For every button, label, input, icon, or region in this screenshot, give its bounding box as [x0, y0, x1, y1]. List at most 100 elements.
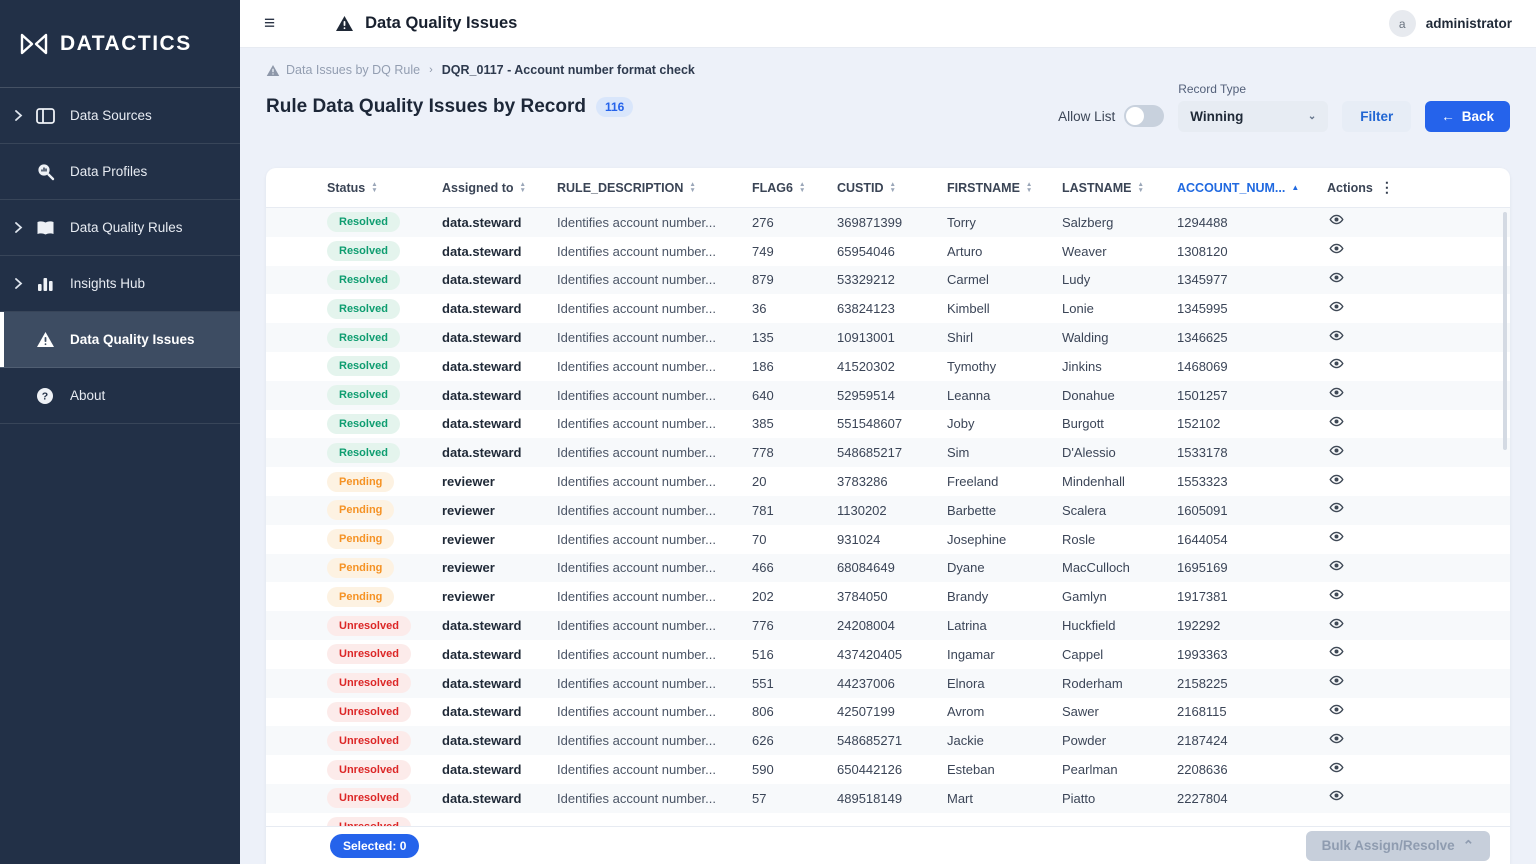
- chevron-right-icon[interactable]: [14, 222, 30, 233]
- view-record-button[interactable]: [1315, 270, 1510, 290]
- view-record-button[interactable]: [1315, 328, 1510, 348]
- view-record-button[interactable]: [1315, 299, 1510, 319]
- sidebar-item-data-quality-issues[interactable]: Data Quality Issues: [0, 312, 240, 368]
- eye-icon: [1329, 500, 1344, 520]
- vertical-scrollbar[interactable]: [1503, 212, 1507, 450]
- column-header-account-num[interactable]: ACCOUNT_NUM...▲: [1165, 181, 1315, 195]
- account-num-cell: 1346625: [1165, 330, 1315, 345]
- flag6-cell: 276: [740, 215, 825, 230]
- view-record-button[interactable]: [1315, 558, 1510, 578]
- assigned-to-cell: data.steward: [430, 676, 545, 691]
- flag6-cell: 57: [740, 791, 825, 806]
- view-record-button[interactable]: [1315, 500, 1510, 520]
- view-record-button[interactable]: [1315, 788, 1510, 808]
- firstname-cell: Jackie: [935, 733, 1050, 748]
- page-header-title: Data Quality Issues: [365, 14, 517, 33]
- view-record-button[interactable]: [1315, 529, 1510, 549]
- view-record-button[interactable]: [1315, 385, 1510, 405]
- view-record-button[interactable]: [1315, 673, 1510, 693]
- firstname-cell: Shirl: [935, 330, 1050, 345]
- sort-icon: ▲▼: [799, 182, 805, 193]
- custid-cell: 1130202: [825, 503, 935, 518]
- column-header-custid[interactable]: CUSTID▲▼: [825, 181, 935, 195]
- column-header-firstname[interactable]: FIRSTNAME▲▼: [935, 181, 1050, 195]
- sort-icon: ▲▼: [520, 182, 526, 193]
- lastname-cell: Salzberg: [1050, 215, 1165, 230]
- eye-icon: [1329, 270, 1344, 290]
- kebab-menu-icon[interactable]: ⋮: [1380, 179, 1394, 196]
- custid-cell: 931024: [825, 532, 935, 547]
- column-header-flag6[interactable]: FLAG6▲▼: [740, 181, 825, 195]
- back-button[interactable]: ← Back: [1425, 101, 1510, 132]
- view-record-button[interactable]: [1315, 702, 1510, 722]
- selected-count-badge: Selected: 0: [330, 834, 419, 858]
- firstname-cell: Joby: [935, 416, 1050, 431]
- status-badge: Resolved: [327, 328, 400, 348]
- bulk-assign-resolve-button[interactable]: Bulk Assign/Resolve ⌃: [1306, 831, 1490, 861]
- assigned-to-cell: data.steward: [430, 388, 545, 403]
- record-type-select[interactable]: Winning ⌄: [1178, 101, 1328, 132]
- column-header-rule-description[interactable]: RULE_DESCRIPTION▲▼: [545, 181, 740, 195]
- account-num-cell: 1501257: [1165, 388, 1315, 403]
- column-header-status[interactable]: Status▲▼: [315, 181, 430, 195]
- question-circle-icon: ?: [34, 387, 56, 405]
- view-record-button[interactable]: [1315, 616, 1510, 636]
- chevron-right-icon[interactable]: [14, 110, 30, 121]
- view-record-button[interactable]: [1315, 212, 1510, 232]
- topbar: ≡ Data Quality Issues a administrator: [240, 0, 1536, 48]
- status-badge: Resolved: [327, 356, 400, 376]
- view-record-button[interactable]: [1315, 443, 1510, 463]
- view-record-button[interactable]: [1315, 414, 1510, 434]
- table-row: PendingreviewerIdentifies account number…: [266, 467, 1510, 496]
- column-header-lastname[interactable]: LASTNAME▲▼: [1050, 181, 1165, 195]
- flag6-cell: 749: [740, 244, 825, 259]
- firstname-cell: Mart: [935, 791, 1050, 806]
- sort-icon: ▲▼: [1137, 182, 1143, 193]
- custid-cell: 24208004: [825, 618, 935, 633]
- filter-button[interactable]: Filter: [1342, 101, 1411, 132]
- eye-icon: [1329, 702, 1344, 722]
- firstname-cell: Torry: [935, 215, 1050, 230]
- sidebar-item-data-profiles[interactable]: Data Profiles: [0, 144, 240, 200]
- user-menu[interactable]: a administrator: [1389, 10, 1512, 37]
- flag6-cell: 590: [740, 762, 825, 777]
- lastname-cell: Huckfield: [1050, 618, 1165, 633]
- assigned-to-cell: reviewer: [430, 560, 545, 575]
- view-record-button[interactable]: [1315, 472, 1510, 492]
- allow-list-toggle[interactable]: [1124, 105, 1164, 127]
- custid-cell: 53329212: [825, 272, 935, 287]
- sidebar-item-label: About: [70, 388, 105, 403]
- sidebar-item-data-quality-rules[interactable]: Data Quality Rules: [0, 200, 240, 256]
- eye-icon: [1329, 356, 1344, 376]
- view-record-button[interactable]: [1315, 587, 1510, 607]
- view-record-button[interactable]: [1315, 356, 1510, 376]
- sidebar: DATACTICS Data Sources Data Profiles Dat…: [0, 0, 240, 864]
- hamburger-menu-icon[interactable]: ≡: [264, 14, 275, 33]
- firstname-cell: Latrina: [935, 618, 1050, 633]
- breadcrumb-parent[interactable]: Data Issues by DQ Rule: [266, 63, 420, 77]
- view-record-button[interactable]: [1315, 241, 1510, 261]
- column-header-actions[interactable]: Actions⋮: [1315, 179, 1510, 196]
- eye-icon: [1329, 472, 1344, 492]
- avatar[interactable]: a: [1389, 10, 1416, 37]
- assigned-to-cell: data.steward: [430, 733, 545, 748]
- view-record-button[interactable]: [1315, 760, 1510, 780]
- column-header-assigned-to[interactable]: Assigned to▲▼: [430, 181, 545, 195]
- rule-description-cell: Identifies account number...: [545, 445, 740, 460]
- assigned-to-cell: data.steward: [430, 359, 545, 374]
- eye-icon: [1329, 673, 1344, 693]
- datactics-bowtie-icon: [20, 33, 48, 55]
- view-record-button[interactable]: [1315, 731, 1510, 751]
- custid-cell: 3784050: [825, 589, 935, 604]
- view-record-button[interactable]: [1315, 644, 1510, 664]
- sidebar-item-insights-hub[interactable]: Insights Hub: [0, 256, 240, 312]
- sidebar-item-data-sources[interactable]: Data Sources: [0, 88, 240, 144]
- chevron-right-icon[interactable]: [14, 278, 30, 289]
- sidebar-item-about[interactable]: ? About: [0, 368, 240, 424]
- flag6-cell: 776: [740, 618, 825, 633]
- rule-description-cell: Identifies account number...: [545, 272, 740, 287]
- profile-search-icon: [34, 162, 56, 181]
- sort-ascending-icon: ▲: [1291, 183, 1299, 192]
- lastname-cell: Piatto: [1050, 791, 1165, 806]
- table-row: Resolveddata.stewardIdentifies account n…: [266, 323, 1510, 352]
